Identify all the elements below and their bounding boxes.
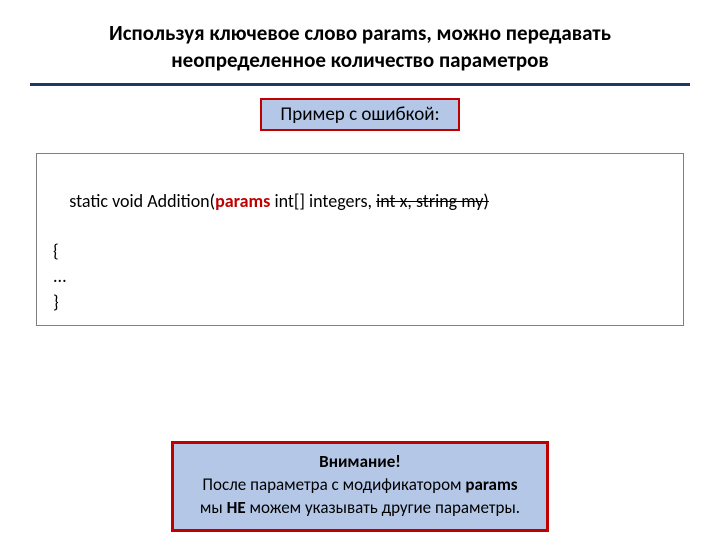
- attention-line-3: мы НЕ можем указывать другие параметры.: [200, 497, 520, 520]
- code-line-2: {: [53, 239, 667, 264]
- keyword-params: params: [215, 190, 270, 212]
- page-title: Используя ключевое слово params, можно п…: [30, 20, 690, 75]
- code-line-4: }: [53, 290, 667, 315]
- code-line-1: static void Addition(params int[] intege…: [53, 164, 667, 240]
- attention-text: мы: [200, 497, 227, 518]
- code-text: static void Addition(: [69, 190, 215, 212]
- code-block: static void Addition(params int[] intege…: [36, 153, 684, 326]
- attention-wrap: Внимание! После параметра с модификаторо…: [30, 441, 690, 532]
- attention-text: После параметра с модификатором: [202, 474, 465, 495]
- attention-bold-ne: НЕ: [227, 497, 246, 518]
- attention-text: можем указывать другие параметры.: [246, 497, 520, 518]
- code-text: int[] integers,: [270, 190, 376, 212]
- attention-box: Внимание! После параметра с модификаторо…: [171, 441, 549, 532]
- code-strikethrough: int x, string my): [376, 190, 489, 212]
- attention-heading: Внимание!: [200, 451, 520, 474]
- attention-bold-params: params: [465, 474, 517, 495]
- subtitle-box: Пример с ошибкой:: [260, 98, 459, 131]
- code-line-3: ...: [53, 264, 667, 289]
- title-divider: [30, 83, 690, 86]
- subtitle-wrap: Пример с ошибкой:: [30, 98, 690, 131]
- attention-line-2: После параметра с модификатором params: [200, 474, 520, 497]
